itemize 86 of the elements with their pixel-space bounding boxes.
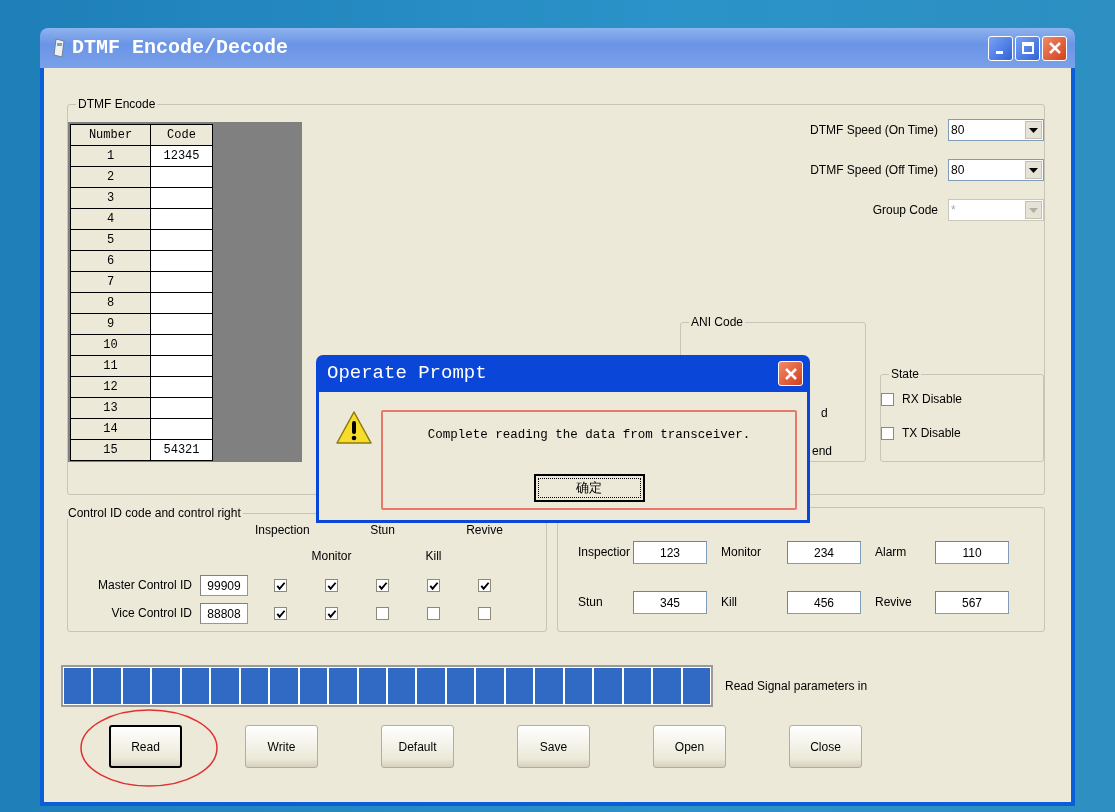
table-cell: 14: [70, 418, 151, 440]
column-header: Revive: [465, 522, 504, 539]
table-cell: 8: [70, 292, 151, 314]
option-label: d: [821, 405, 828, 422]
close-icon[interactable]: [1047, 41, 1062, 55]
table-cell: 4: [70, 208, 151, 230]
input-field[interactable]: 456: [787, 590, 861, 614]
window-title: DTMF Encode/Decode: [72, 35, 289, 61]
checkbox[interactable]: [274, 606, 287, 620]
input-field[interactable]: 345: [633, 590, 707, 614]
id-field[interactable]: 99909: [200, 574, 248, 596]
field-label: Kill: [721, 594, 738, 611]
dialog-message: Complete reading the data from transceiver.: [427, 427, 751, 444]
field-label: Stun: [578, 594, 604, 611]
group-title: ANI Code: [690, 316, 745, 328]
table-cell: 6: [70, 250, 151, 272]
field-label: Alarm: [875, 544, 908, 561]
checkbox[interactable]: [427, 578, 440, 592]
setting-label: Group Code: [872, 202, 938, 219]
checkbox[interactable]: [376, 606, 389, 620]
setting-label: DTMF Speed (On Time): [809, 122, 938, 139]
row-label: Master Control ID: [96, 577, 193, 594]
action-button[interactable]: Read: [109, 725, 182, 768]
dropdown[interactable]: 80: [948, 119, 1044, 141]
table-cell: 7: [70, 271, 151, 293]
close-button[interactable]: [1042, 35, 1067, 61]
group-title: DTMF Encode: [77, 98, 157, 110]
input-field[interactable]: 234: [787, 540, 861, 564]
progress-label: Read Signal parameters in: [725, 678, 868, 695]
column-header: Code: [150, 124, 213, 146]
table-cell: 12: [70, 376, 151, 398]
action-button[interactable]: Save: [517, 725, 590, 768]
checkbox[interactable]: [427, 606, 440, 620]
maximize-icon[interactable]: [1020, 41, 1035, 55]
table-cell: 5: [70, 229, 151, 251]
field-label: Revive: [875, 594, 913, 611]
action-button[interactable]: Write: [245, 725, 318, 768]
table-cell: 3: [70, 187, 151, 209]
maximize-button[interactable]: [1015, 35, 1040, 61]
setting-label: DTMF Speed (Off Time): [810, 162, 938, 179]
checkbox[interactable]: [478, 606, 491, 620]
column-header: Monitor: [310, 548, 353, 565]
input-field[interactable]: 567: [935, 590, 1009, 614]
column-header: Kill: [424, 548, 443, 565]
dialog-title: Operate Prompt: [327, 361, 487, 387]
table-cell: 9: [70, 313, 151, 335]
option-label: end: [812, 443, 833, 460]
dropdown-arrow-icon: [1029, 207, 1038, 213]
checkbox[interactable]: [478, 578, 491, 592]
action-button[interactable]: Default: [381, 725, 454, 768]
handset-icon: [52, 37, 66, 59]
table-cell: 10: [70, 334, 151, 356]
ok-button[interactable]: 确定: [533, 474, 645, 502]
row-label: Vice Control ID: [110, 605, 193, 622]
table-cell: 1: [70, 145, 151, 167]
minimize-button[interactable]: [988, 35, 1013, 61]
column-header: Number: [70, 124, 151, 146]
dropdown: *: [948, 199, 1044, 221]
action-button[interactable]: Close: [789, 725, 862, 768]
action-button[interactable]: Open: [653, 725, 726, 768]
table-cell: 11: [70, 355, 151, 377]
checkbox-label: TX Disable: [902, 425, 961, 442]
group-title: Control ID code and control right: [66, 507, 243, 519]
dropdown-arrow-icon[interactable]: [1029, 167, 1038, 173]
dropdown-arrow-icon[interactable]: [1029, 127, 1038, 133]
checkbox[interactable]: [881, 426, 894, 440]
input-field[interactable]: 123: [633, 540, 707, 564]
column-header: Stun: [369, 522, 396, 539]
checkbox[interactable]: [376, 578, 389, 592]
dropdown[interactable]: 80: [948, 159, 1044, 181]
checkbox[interactable]: [881, 392, 894, 406]
group-title: State: [890, 368, 921, 380]
warning-icon: [335, 410, 373, 446]
table-cell: 2: [70, 166, 151, 188]
table-cell: 13: [70, 397, 151, 419]
checkbox[interactable]: [325, 578, 338, 592]
field-label: Monitor: [721, 544, 762, 561]
checkbox[interactable]: [325, 606, 338, 620]
id-field[interactable]: 88808: [200, 602, 248, 624]
close-button[interactable]: [778, 361, 803, 386]
input-field[interactable]: 110: [935, 540, 1009, 564]
checkbox-label: RX Disable: [902, 391, 963, 408]
table-cell: 15: [70, 439, 151, 461]
checkbox[interactable]: [274, 578, 287, 592]
close-icon[interactable]: [783, 366, 798, 381]
field-label: Inspectior: [578, 544, 632, 561]
